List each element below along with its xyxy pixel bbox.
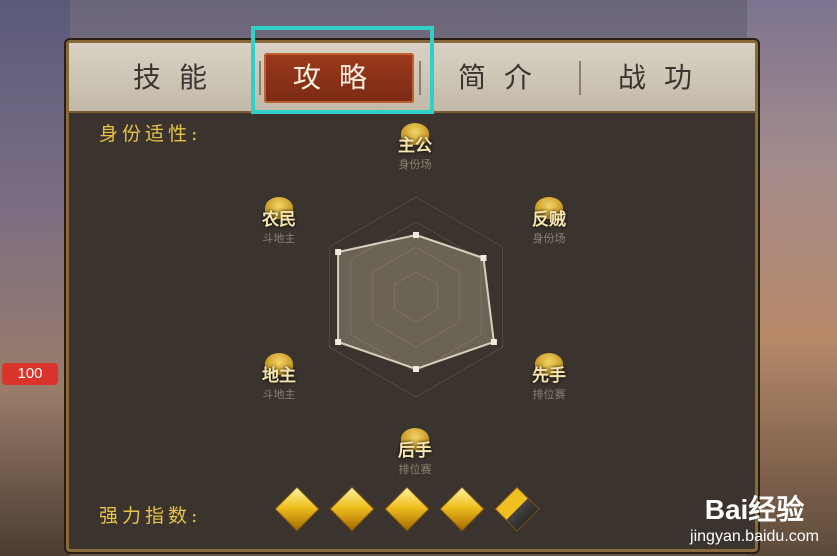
role-second-hand: 后手 排位赛: [385, 428, 445, 477]
radar-point: [413, 232, 419, 238]
radar-point: [413, 366, 419, 372]
background-right: [747, 0, 837, 556]
radar-point: [490, 339, 497, 345]
general-info-panel: 技能 攻略 简介 战功 身份适性: 主公 身份场 反贼 身份场 先手 排位赛 后…: [66, 40, 758, 552]
radar-point: [335, 339, 342, 345]
role-rebel: 反贼 身份场: [519, 197, 579, 246]
radar-point: [335, 249, 342, 255]
background-left: [0, 0, 70, 556]
count-badge: 100: [2, 363, 58, 385]
role-lord: 主公 身份场: [385, 123, 445, 172]
role-landlord: 地主 斗地主: [249, 353, 309, 402]
role-first-hand: 先手 排位赛: [519, 353, 579, 402]
radar-point: [480, 255, 487, 261]
strength-index-label: 强力指数:: [99, 505, 202, 527]
radar-value-area: [337, 233, 495, 371]
role-peasant: 农民 斗地主: [249, 197, 309, 246]
baidu-jingyan-watermark: Bai经验 jingyan.baidu.com: [690, 494, 819, 545]
tab-highlight-box: [251, 26, 434, 114]
